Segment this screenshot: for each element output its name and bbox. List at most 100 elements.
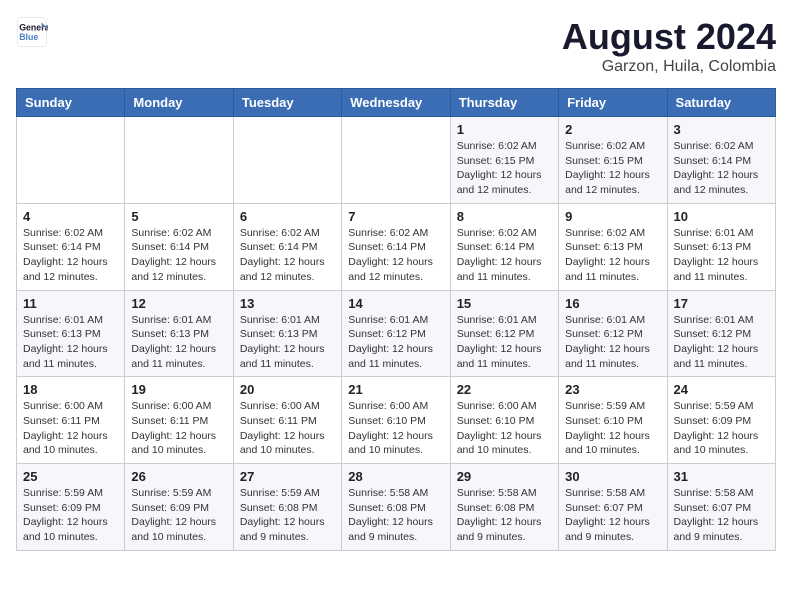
day-info: Sunrise: 6:01 AM Sunset: 6:12 PM Dayligh… (348, 313, 443, 372)
week-row-4: 18 Sunrise: 6:00 AM Sunset: 6:11 PM Dayli… (17, 377, 776, 464)
calendar-cell: 16 Sunrise: 6:01 AM Sunset: 6:12 PM Dayli… (559, 290, 667, 377)
day-number: 26 (131, 469, 226, 484)
day-info: Sunrise: 6:01 AM Sunset: 6:12 PM Dayligh… (457, 313, 552, 372)
day-number: 10 (674, 209, 769, 224)
logo: General Blue (16, 16, 48, 48)
svg-text:General: General (19, 22, 48, 32)
header-row: SundayMondayTuesdayWednesdayThursdayFrid… (17, 89, 776, 117)
header-day-sunday: Sunday (17, 89, 125, 117)
calendar-cell: 19 Sunrise: 6:00 AM Sunset: 6:11 PM Dayli… (125, 377, 233, 464)
header-day-tuesday: Tuesday (233, 89, 341, 117)
day-number: 27 (240, 469, 335, 484)
day-number: 24 (674, 382, 769, 397)
header-day-monday: Monday (125, 89, 233, 117)
calendar-cell (342, 117, 450, 204)
day-info: Sunrise: 6:01 AM Sunset: 6:13 PM Dayligh… (240, 313, 335, 372)
header-day-wednesday: Wednesday (342, 89, 450, 117)
day-number: 22 (457, 382, 552, 397)
week-row-5: 25 Sunrise: 5:59 AM Sunset: 6:09 PM Dayli… (17, 464, 776, 551)
day-info: Sunrise: 6:00 AM Sunset: 6:11 PM Dayligh… (23, 399, 118, 458)
calendar-cell: 22 Sunrise: 6:00 AM Sunset: 6:10 PM Dayli… (450, 377, 558, 464)
day-info: Sunrise: 6:01 AM Sunset: 6:13 PM Dayligh… (674, 226, 769, 285)
calendar-cell: 12 Sunrise: 6:01 AM Sunset: 6:13 PM Dayli… (125, 290, 233, 377)
day-info: Sunrise: 5:58 AM Sunset: 6:07 PM Dayligh… (565, 486, 660, 545)
week-row-2: 4 Sunrise: 6:02 AM Sunset: 6:14 PM Daylig… (17, 203, 776, 290)
calendar-cell: 8 Sunrise: 6:02 AM Sunset: 6:14 PM Daylig… (450, 203, 558, 290)
day-number: 19 (131, 382, 226, 397)
day-number: 21 (348, 382, 443, 397)
calendar-cell: 27 Sunrise: 5:59 AM Sunset: 6:08 PM Dayli… (233, 464, 341, 551)
header-day-saturday: Saturday (667, 89, 775, 117)
day-info: Sunrise: 6:00 AM Sunset: 6:10 PM Dayligh… (457, 399, 552, 458)
calendar-cell: 15Sunrise: 6:01 AM Sunset: 6:12 PM Dayli… (450, 290, 558, 377)
day-info: Sunrise: 6:02 AM Sunset: 6:13 PM Dayligh… (565, 226, 660, 285)
calendar-cell: 14Sunrise: 6:01 AM Sunset: 6:12 PM Dayli… (342, 290, 450, 377)
subtitle: Garzon, Huila, Colombia (562, 58, 776, 76)
calendar-header: SundayMondayTuesdayWednesdayThursdayFrid… (17, 89, 776, 117)
calendar-cell: 25Sunrise: 5:59 AM Sunset: 6:09 PM Dayli… (17, 464, 125, 551)
day-number: 8 (457, 209, 552, 224)
day-info: Sunrise: 6:00 AM Sunset: 6:11 PM Dayligh… (240, 399, 335, 458)
day-number: 4 (23, 209, 118, 224)
calendar-cell (125, 117, 233, 204)
calendar-cell: 31 Sunrise: 5:58 AM Sunset: 6:07 PM Dayli… (667, 464, 775, 551)
day-info: Sunrise: 5:58 AM Sunset: 6:07 PM Dayligh… (674, 486, 769, 545)
day-number: 25 (23, 469, 118, 484)
day-info: Sunrise: 6:02 AM Sunset: 6:14 PM Dayligh… (457, 226, 552, 285)
day-number: 11 (23, 296, 118, 311)
calendar-cell: 23 Sunrise: 5:59 AM Sunset: 6:10 PM Dayli… (559, 377, 667, 464)
day-info: Sunrise: 6:02 AM Sunset: 6:14 PM Dayligh… (674, 139, 769, 198)
day-info: Sunrise: 5:59 AM Sunset: 6:09 PM Dayligh… (131, 486, 226, 545)
calendar-body: 1 Sunrise: 6:02 AM Sunset: 6:15 PM Daylig… (17, 117, 776, 551)
day-number: 12 (131, 296, 226, 311)
week-row-1: 1 Sunrise: 6:02 AM Sunset: 6:15 PM Daylig… (17, 117, 776, 204)
day-number: 16 (565, 296, 660, 311)
calendar-cell: 10 Sunrise: 6:01 AM Sunset: 6:13 PM Dayli… (667, 203, 775, 290)
main-title: August 2024 (562, 16, 776, 58)
day-number: 28 (348, 469, 443, 484)
day-info: Sunrise: 6:02 AM Sunset: 6:15 PM Dayligh… (565, 139, 660, 198)
day-number: 29 (457, 469, 552, 484)
day-info: Sunrise: 5:59 AM Sunset: 6:10 PM Dayligh… (565, 399, 660, 458)
day-info: Sunrise: 5:58 AM Sunset: 6:08 PM Dayligh… (457, 486, 552, 545)
calendar-cell: 4 Sunrise: 6:02 AM Sunset: 6:14 PM Daylig… (17, 203, 125, 290)
calendar-cell: 17Sunrise: 6:01 AM Sunset: 6:12 PM Dayli… (667, 290, 775, 377)
day-info: Sunrise: 6:00 AM Sunset: 6:11 PM Dayligh… (131, 399, 226, 458)
day-number: 5 (131, 209, 226, 224)
day-info: Sunrise: 6:02 AM Sunset: 6:14 PM Dayligh… (348, 226, 443, 285)
calendar-cell: 26 Sunrise: 5:59 AM Sunset: 6:09 PM Dayli… (125, 464, 233, 551)
day-info: Sunrise: 6:01 AM Sunset: 6:13 PM Dayligh… (23, 313, 118, 372)
day-number: 7 (348, 209, 443, 224)
day-number: 18 (23, 382, 118, 397)
day-number: 1 (457, 122, 552, 137)
day-number: 30 (565, 469, 660, 484)
calendar-cell: 6Sunrise: 6:02 AM Sunset: 6:14 PM Daylig… (233, 203, 341, 290)
calendar-cell: 24 Sunrise: 5:59 AM Sunset: 6:09 PM Dayli… (667, 377, 775, 464)
logo-icon: General Blue (16, 16, 48, 48)
calendar-cell: 18 Sunrise: 6:00 AM Sunset: 6:11 PM Dayli… (17, 377, 125, 464)
day-info: Sunrise: 5:59 AM Sunset: 6:09 PM Dayligh… (674, 399, 769, 458)
day-number: 17 (674, 296, 769, 311)
calendar-cell: 7 Sunrise: 6:02 AM Sunset: 6:14 PM Daylig… (342, 203, 450, 290)
day-info: Sunrise: 6:02 AM Sunset: 6:14 PM Dayligh… (131, 226, 226, 285)
day-number: 31 (674, 469, 769, 484)
calendar-cell: 13 Sunrise: 6:01 AM Sunset: 6:13 PM Dayli… (233, 290, 341, 377)
day-number: 13 (240, 296, 335, 311)
day-info: Sunrise: 5:59 AM Sunset: 6:08 PM Dayligh… (240, 486, 335, 545)
day-info: Sunrise: 6:01 AM Sunset: 6:12 PM Dayligh… (565, 313, 660, 372)
calendar-cell: 29 Sunrise: 5:58 AM Sunset: 6:08 PM Dayli… (450, 464, 558, 551)
calendar-cell: 5 Sunrise: 6:02 AM Sunset: 6:14 PM Daylig… (125, 203, 233, 290)
page-header: General Blue August 2024 Garzon, Huila, … (16, 16, 776, 76)
calendar-cell: 2Sunrise: 6:02 AM Sunset: 6:15 PM Daylig… (559, 117, 667, 204)
title-block: August 2024 Garzon, Huila, Colombia (562, 16, 776, 76)
day-number: 23 (565, 382, 660, 397)
day-info: Sunrise: 6:00 AM Sunset: 6:10 PM Dayligh… (348, 399, 443, 458)
day-info: Sunrise: 6:02 AM Sunset: 6:14 PM Dayligh… (23, 226, 118, 285)
calendar-cell: 28Sunrise: 5:58 AM Sunset: 6:08 PM Dayli… (342, 464, 450, 551)
calendar-cell (17, 117, 125, 204)
calendar-cell: 11 Sunrise: 6:01 AM Sunset: 6:13 PM Dayli… (17, 290, 125, 377)
svg-text:Blue: Blue (19, 32, 38, 42)
day-info: Sunrise: 6:01 AM Sunset: 6:13 PM Dayligh… (131, 313, 226, 372)
calendar-cell: 21 Sunrise: 6:00 AM Sunset: 6:10 PM Dayli… (342, 377, 450, 464)
day-number: 3 (674, 122, 769, 137)
